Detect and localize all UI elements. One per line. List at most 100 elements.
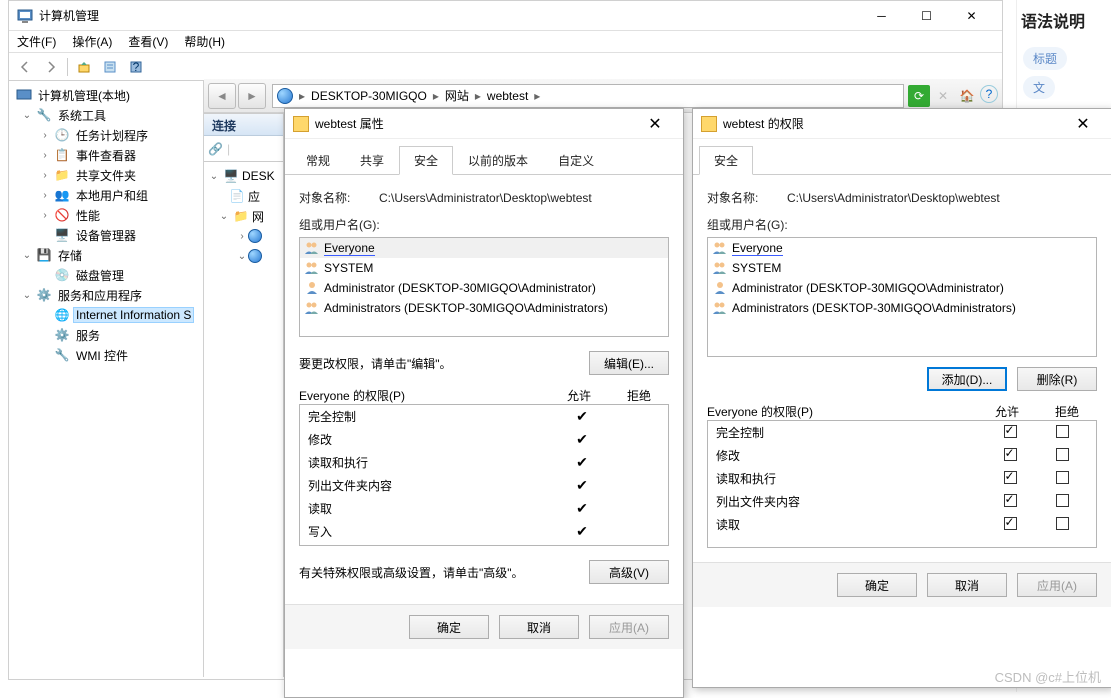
home-button[interactable]: 🏠	[956, 85, 978, 107]
menu-file[interactable]: 文件(F)	[17, 33, 56, 50]
expand-icon[interactable]: ›	[39, 130, 51, 141]
tree-local-users[interactable]: ›👥本地用户和组	[9, 185, 203, 205]
crumb-sites[interactable]: 网站	[445, 87, 469, 104]
ok-button[interactable]: 确定	[409, 615, 489, 639]
refresh-button[interactable]: ⟳	[908, 85, 930, 107]
tree-root[interactable]: 计算机管理(本地)	[9, 85, 203, 105]
expand-icon[interactable]: ›	[39, 170, 51, 181]
apply-button[interactable]: 应用(A)	[589, 615, 669, 639]
deny-checkbox[interactable]	[1056, 448, 1069, 461]
stop-button[interactable]: ✕	[932, 85, 954, 107]
crumb-host[interactable]: DESKTOP-30MIGQO	[311, 89, 427, 103]
tab-general[interactable]: 常规	[291, 146, 345, 175]
up-button[interactable]	[72, 56, 96, 78]
tab-security[interactable]: 安全	[699, 146, 753, 175]
menu-help[interactable]: 帮助(H)	[184, 33, 225, 50]
tree-services-apps[interactable]: ⌄⚙️服务和应用程序	[9, 285, 203, 305]
refresh-icon[interactable]: |	[227, 142, 230, 156]
breadcrumb[interactable]: ▸ DESKTOP-30MIGQO ▸ 网站 ▸ webtest ▸	[272, 84, 904, 108]
close-button[interactable]: ✕	[1063, 111, 1103, 137]
collapse-icon[interactable]: ⌄	[21, 290, 33, 301]
close-button[interactable]: ✕	[949, 2, 994, 30]
connect-icon[interactable]: 🔗	[208, 142, 223, 156]
deny-checkbox[interactable]	[1056, 471, 1069, 484]
conn-host[interactable]: ⌄🖥️DESK	[204, 166, 283, 186]
tree-device-manager[interactable]: 🖥️设备管理器	[9, 225, 203, 245]
list-item[interactable]: Administrators (DESKTOP-30MIGQO\Administ…	[708, 298, 1096, 318]
help-button[interactable]: ?	[124, 56, 148, 78]
deny-checkbox[interactable]	[1056, 517, 1069, 530]
tree-shared-folders[interactable]: ›📁共享文件夹	[9, 165, 203, 185]
advanced-button[interactable]: 高级(V)	[589, 560, 669, 584]
users-listbox[interactable]: Everyone SYSTEM Administrator (DESKTOP-3…	[299, 237, 669, 337]
permissions-label: Everyone 的权限(P)	[707, 403, 977, 420]
back-button[interactable]	[13, 56, 37, 78]
help-button[interactable]: ?	[980, 85, 998, 103]
allow-checkbox[interactable]	[1004, 471, 1017, 484]
expand-icon[interactable]: ›	[39, 210, 51, 221]
ok-button[interactable]: 确定	[837, 573, 917, 597]
forward-button[interactable]	[39, 56, 63, 78]
properties-button[interactable]	[98, 56, 122, 78]
chevron-right-icon[interactable]: ▸	[433, 89, 439, 103]
list-item[interactable]: Administrator (DESKTOP-30MIGQO\Administr…	[300, 278, 668, 298]
list-item[interactable]: Everyone	[300, 238, 668, 258]
tree-storage[interactable]: ⌄💾存储	[9, 245, 203, 265]
list-item[interactable]: Administrators (DESKTOP-30MIGQO\Administ…	[300, 298, 668, 318]
maximize-button[interactable]: ☐	[904, 2, 949, 30]
apply-button[interactable]: 应用(A)	[1017, 573, 1097, 597]
tree-iis[interactable]: 🌐Internet Information S	[9, 305, 203, 325]
tab-customize[interactable]: 自定义	[543, 146, 609, 175]
edit-button[interactable]: 编辑(E)...	[589, 351, 669, 375]
cancel-button[interactable]: 取消	[499, 615, 579, 639]
list-item[interactable]: Everyone	[708, 238, 1096, 258]
allow-checkbox[interactable]	[1004, 517, 1017, 530]
chevron-right-icon[interactable]: ▸	[299, 89, 305, 103]
tree-disk-management[interactable]: 💿磁盘管理	[9, 265, 203, 285]
tab-security[interactable]: 安全	[399, 146, 453, 175]
sidebar-title: 语法说明	[1021, 8, 1107, 32]
pill-text[interactable]: 文	[1023, 76, 1055, 99]
menu-action[interactable]: 操作(A)	[72, 33, 112, 50]
tree-task-scheduler[interactable]: ›🕒任务计划程序	[9, 125, 203, 145]
deny-checkbox[interactable]	[1056, 494, 1069, 507]
cancel-button[interactable]: 取消	[927, 573, 1007, 597]
list-item[interactable]: SYSTEM	[300, 258, 668, 278]
collapse-icon[interactable]: ⌄	[21, 110, 33, 121]
expand-icon[interactable]: ›	[39, 150, 51, 161]
conn-app-pools[interactable]: 📄应	[204, 186, 283, 206]
crumb-webtest[interactable]: webtest	[487, 89, 528, 103]
tree-performance[interactable]: ›🚫性能	[9, 205, 203, 225]
users-listbox[interactable]: Everyone SYSTEM Administrator (DESKTOP-3…	[707, 237, 1097, 357]
conn-sites[interactable]: ⌄📁网	[204, 206, 283, 226]
tree-services[interactable]: ⚙️服务	[9, 325, 203, 345]
remove-button[interactable]: 删除(R)	[1017, 367, 1097, 391]
allow-checkbox[interactable]	[1004, 494, 1017, 507]
list-item[interactable]: Administrator (DESKTOP-30MIGQO\Administr…	[708, 278, 1096, 298]
minimize-button[interactable]: ─	[859, 2, 904, 30]
allow-checkbox[interactable]	[1004, 425, 1017, 438]
expand-icon[interactable]: ›	[39, 190, 51, 201]
close-button[interactable]: ✕	[635, 111, 675, 137]
chevron-right-icon[interactable]: ▸	[534, 89, 540, 103]
add-button[interactable]: 添加(D)...	[927, 367, 1007, 391]
chevron-right-icon[interactable]: ▸	[475, 89, 481, 103]
nav-tree[interactable]: 计算机管理(本地) ⌄🔧系统工具 ›🕒任务计划程序 ›📋事件查看器 ›📁共享文件…	[9, 81, 204, 677]
list-item[interactable]: SYSTEM	[708, 258, 1096, 278]
nav-back-button[interactable]: ◄	[208, 83, 236, 109]
tree-system-tools[interactable]: ⌄🔧系统工具	[9, 105, 203, 125]
menu-view[interactable]: 查看(V)	[128, 33, 168, 50]
tab-sharing[interactable]: 共享	[345, 146, 399, 175]
pill-title[interactable]: 标题	[1023, 47, 1067, 70]
allow-checkbox[interactable]	[1004, 448, 1017, 461]
deny-checkbox[interactable]	[1056, 425, 1069, 438]
tab-previous-versions[interactable]: 以前的版本	[453, 146, 543, 175]
nav-forward-button[interactable]: ►	[238, 83, 266, 109]
conn-site-item[interactable]: ⌄	[204, 246, 283, 266]
connections-tree[interactable]: ⌄🖥️DESK 📄应 ⌄📁网 › ⌄	[204, 162, 283, 270]
perm-row: 完全控制	[708, 421, 1096, 444]
conn-site-item[interactable]: ›	[204, 226, 283, 246]
tree-wmi[interactable]: 🔧WMI 控件	[9, 345, 203, 365]
collapse-icon[interactable]: ⌄	[21, 250, 33, 261]
tree-event-viewer[interactable]: ›📋事件查看器	[9, 145, 203, 165]
